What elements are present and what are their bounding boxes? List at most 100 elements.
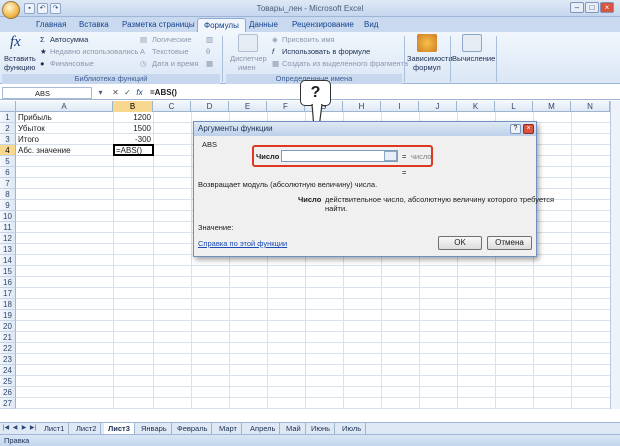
row-cells[interactable] bbox=[16, 332, 610, 343]
column-header[interactable]: K bbox=[457, 101, 495, 112]
cell-b4-active[interactable]: =ABS() bbox=[113, 144, 154, 156]
tab-review[interactable]: Рецензирование bbox=[286, 18, 360, 32]
sheet-tab[interactable]: Июль bbox=[338, 423, 367, 434]
column-header[interactable]: H bbox=[343, 101, 381, 112]
cancel-button[interactable]: Отмена bbox=[487, 236, 532, 250]
restore-button[interactable]: □ bbox=[585, 2, 599, 13]
sheet-tab-active[interactable]: Лист3 bbox=[104, 423, 135, 434]
row-header[interactable]: 23 bbox=[0, 354, 16, 365]
tab-home[interactable]: Главная bbox=[30, 18, 72, 32]
cell-a3[interactable]: Итого bbox=[18, 134, 39, 145]
number-argument-input[interactable] bbox=[281, 150, 398, 162]
last-sheet-icon[interactable]: ▶| bbox=[29, 424, 37, 433]
row-header[interactable]: 25 bbox=[0, 376, 16, 387]
insert-function-button[interactable]: fx Вставить функцию bbox=[4, 34, 36, 72]
row-cells[interactable] bbox=[16, 321, 610, 332]
tab-page-layout[interactable]: Разметка страницы bbox=[116, 18, 201, 32]
row-header[interactable]: 19 bbox=[0, 310, 16, 321]
assign-name-button[interactable]: Присвоить имя bbox=[282, 35, 335, 44]
row-header[interactable]: 3 bbox=[0, 134, 16, 145]
row-cells[interactable] bbox=[16, 288, 610, 299]
column-header[interactable]: L bbox=[495, 101, 533, 112]
row-cells[interactable] bbox=[16, 299, 610, 310]
row-header[interactable]: 17 bbox=[0, 288, 16, 299]
cell-a1[interactable]: Прибыль bbox=[18, 112, 52, 123]
next-sheet-icon[interactable]: ▶ bbox=[20, 424, 28, 433]
tab-formulas[interactable]: Формулы bbox=[197, 18, 246, 32]
column-header[interactable]: M bbox=[533, 101, 571, 112]
cell-b1[interactable]: 1200 bbox=[113, 112, 151, 123]
ok-button[interactable]: OK bbox=[438, 236, 482, 250]
select-all-corner[interactable] bbox=[0, 101, 16, 112]
sheet-tab[interactable]: Февраль bbox=[173, 423, 213, 434]
row-header[interactable]: 26 bbox=[0, 387, 16, 398]
help-button[interactable]: ? bbox=[510, 124, 521, 134]
row-header[interactable]: 10 bbox=[0, 211, 16, 222]
row-cells[interactable] bbox=[16, 387, 610, 398]
sheet-tab[interactable]: Июнь bbox=[307, 423, 336, 434]
insert-function-icon[interactable]: fx bbox=[134, 87, 145, 98]
row-cells[interactable] bbox=[16, 343, 610, 354]
text-button[interactable]: Текстовые bbox=[152, 47, 189, 56]
logical-button[interactable]: Логические bbox=[152, 35, 192, 44]
row-header[interactable]: 22 bbox=[0, 343, 16, 354]
row-cells[interactable] bbox=[16, 398, 610, 409]
financial-button[interactable]: Финансовые bbox=[50, 59, 94, 68]
row-cells[interactable] bbox=[16, 310, 610, 321]
create-from-selection-button[interactable]: Создать из выделенного фрагмента bbox=[282, 59, 408, 68]
column-header[interactable]: A bbox=[16, 101, 113, 112]
autosum-button[interactable]: Автосумма bbox=[50, 35, 88, 44]
lookup-icon[interactable]: ▥ bbox=[206, 35, 213, 44]
row-header[interactable]: 18 bbox=[0, 299, 16, 310]
column-header[interactable]: J bbox=[419, 101, 457, 112]
math-icon[interactable]: θ bbox=[206, 47, 210, 56]
column-header[interactable]: I bbox=[381, 101, 419, 112]
row-cells[interactable] bbox=[16, 354, 610, 365]
tab-data[interactable]: Данные bbox=[243, 18, 284, 32]
name-box[interactable]: ABS bbox=[2, 87, 92, 99]
sheet-tab[interactable]: Лист1 bbox=[40, 423, 70, 434]
cancel-icon[interactable]: ✕ bbox=[110, 87, 121, 98]
row-header[interactable]: 21 bbox=[0, 332, 16, 343]
help-link[interactable]: Справка по этой функции bbox=[198, 239, 287, 248]
row-header[interactable]: 16 bbox=[0, 277, 16, 288]
row-header[interactable]: 12 bbox=[0, 233, 16, 244]
column-header[interactable]: N bbox=[571, 101, 610, 112]
row-header[interactable]: 1 bbox=[0, 112, 16, 123]
row-header[interactable]: 14 bbox=[0, 255, 16, 266]
use-in-formula-button[interactable]: Использовать в формуле bbox=[282, 47, 370, 56]
row-header[interactable]: 15 bbox=[0, 266, 16, 277]
cell-a2[interactable]: Убыток bbox=[18, 123, 45, 134]
row-header[interactable]: 9 bbox=[0, 200, 16, 211]
sheet-tab[interactable]: Апрель bbox=[246, 423, 281, 434]
minimize-button[interactable]: – bbox=[570, 2, 584, 13]
name-manager-button[interactable]: Диспетчер имен bbox=[228, 34, 268, 72]
sheet-tab[interactable]: Лист2 bbox=[72, 423, 102, 434]
close-window-button[interactable]: × bbox=[600, 2, 614, 13]
office-button[interactable] bbox=[2, 1, 20, 19]
row-cells[interactable] bbox=[16, 266, 610, 277]
tab-view[interactable]: Вид bbox=[358, 18, 384, 32]
more-functions-icon[interactable]: ▦ bbox=[206, 59, 213, 68]
sheet-tab[interactable]: Январь bbox=[137, 423, 172, 434]
sheet-tab[interactable]: Май bbox=[282, 423, 306, 434]
dropdown-icon[interactable]: ▾ bbox=[95, 87, 106, 98]
tab-insert[interactable]: Вставка bbox=[73, 18, 115, 32]
recently-used-button[interactable]: Недавно использовались bbox=[50, 47, 138, 56]
column-header[interactable]: C bbox=[153, 101, 191, 112]
collapse-dialog-icon[interactable] bbox=[384, 151, 397, 161]
datetime-button[interactable]: Дата и время bbox=[152, 59, 199, 68]
cell-a4[interactable]: Абс. значение bbox=[18, 145, 71, 156]
row-cells[interactable] bbox=[16, 376, 610, 387]
dependencies-button[interactable]: Зависимости формул bbox=[407, 34, 453, 82]
confirm-icon[interactable]: ✓ bbox=[122, 87, 133, 98]
row-header[interactable]: 5 bbox=[0, 156, 16, 167]
sheet-tab[interactable]: Март bbox=[215, 423, 242, 434]
row-header[interactable]: 11 bbox=[0, 222, 16, 233]
column-header[interactable]: E bbox=[229, 101, 267, 112]
vertical-scrollbar[interactable] bbox=[610, 101, 620, 409]
row-cells[interactable] bbox=[16, 365, 610, 376]
calculation-button[interactable]: Вычисление bbox=[452, 34, 495, 82]
row-header[interactable]: 6 bbox=[0, 167, 16, 178]
formula-input[interactable]: =ABS() bbox=[150, 87, 177, 99]
